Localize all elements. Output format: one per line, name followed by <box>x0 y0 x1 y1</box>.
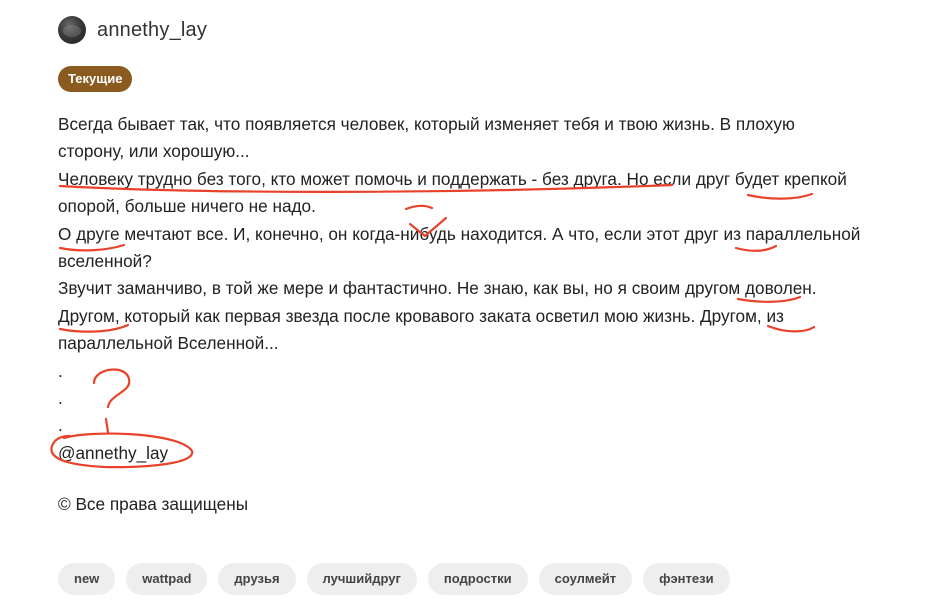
story-line: . <box>58 415 63 436</box>
tag-chip[interactable]: new <box>58 563 116 595</box>
tag-chip[interactable]: wattpad <box>126 563 208 595</box>
story-line: Всегда бывает так, что появляется челове… <box>58 114 795 134</box>
story-line: вселенной? <box>58 250 152 271</box>
author-name: annethy_lay <box>97 18 208 41</box>
story-line: параллельной Вселенной... <box>58 333 279 354</box>
tag-chip[interactable]: фэнтези <box>643 563 730 595</box>
copyright-text: © Все права защищены <box>58 494 249 514</box>
tag-chip[interactable]: соулмейт <box>538 563 633 595</box>
story-line: О друге мечтают все. И, конечно, он когд… <box>58 223 861 244</box>
author-link[interactable]: annethy_lay <box>58 15 207 45</box>
story-signature: @annethy_lay <box>58 442 169 463</box>
status-badge: Текущие <box>58 66 133 92</box>
tag-chip[interactable]: лучшийдруг <box>306 563 417 595</box>
story-text: Всегда бывает так, что появляется челове… <box>58 111 938 467</box>
tag-chip[interactable]: друзья <box>218 563 296 595</box>
story-line: Человеку трудно без того, кто может помо… <box>58 168 847 189</box>
tag-list: new wattpad друзья лучшийдруг подростки … <box>58 563 730 595</box>
story-line: опорой, больше ничего не надо. <box>58 196 316 217</box>
story-line: Звучит заманчиво, в той же мере и фантас… <box>58 278 817 299</box>
avatar <box>58 16 86 44</box>
story-line: . <box>58 360 63 381</box>
story-line: сторону, или хорошую... <box>58 141 250 162</box>
tag-chip[interactable]: подростки <box>427 563 528 595</box>
story-line: Другом, который как первая звезда после … <box>58 305 784 326</box>
story-line: . <box>58 387 63 408</box>
